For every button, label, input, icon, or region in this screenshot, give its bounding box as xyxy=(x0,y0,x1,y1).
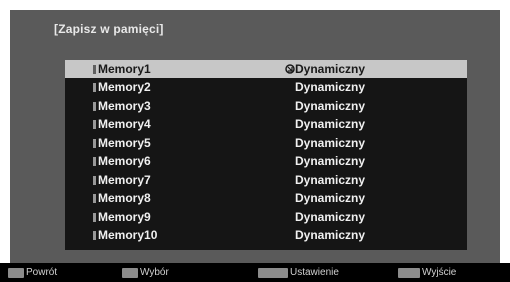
memory-value: Dynamiczny xyxy=(295,191,366,206)
memory-name: Memory7 xyxy=(93,173,151,187)
memory-name: Memory10 xyxy=(93,228,157,242)
memory-value: Dynamiczny xyxy=(295,80,366,95)
arrow-keys-icon xyxy=(122,267,138,278)
set-label: Ustawienie xyxy=(290,267,339,278)
memory-value: Dynamiczny xyxy=(295,228,366,243)
esc-key-icon xyxy=(8,267,24,278)
memory-value: Dynamiczny xyxy=(295,98,366,113)
pointer-cursor-icon xyxy=(285,64,295,74)
back-hint[interactable]: Powrót xyxy=(8,266,57,279)
memory-row-2[interactable]: Memory2 Dynamiczny xyxy=(65,79,467,97)
set-hint[interactable]: Ustawienie xyxy=(258,266,339,279)
memory-row-5[interactable]: Memory5 Dynamiczny xyxy=(65,134,467,152)
memory-name: Memory4 xyxy=(93,117,151,131)
memory-name: Memory6 xyxy=(93,154,151,168)
memory-name: Memory3 xyxy=(93,99,151,113)
memory-value: Dynamiczny xyxy=(295,117,366,132)
memory-row-4[interactable]: Memory4 Dynamiczny xyxy=(65,116,467,134)
memory-name: Memory5 xyxy=(93,136,151,150)
exit-hint[interactable]: Wyjście xyxy=(398,266,456,279)
enter-key-icon xyxy=(258,267,288,278)
osd-panel: [Zapisz w pamięci] Memory1 Dynamiczny Me… xyxy=(10,10,500,263)
memory-value: Dynamiczny xyxy=(295,135,366,150)
menu-key-icon xyxy=(398,267,420,278)
select-hint[interactable]: Wybór xyxy=(122,266,169,279)
select-label: Wybór xyxy=(140,267,169,278)
memory-row-9[interactable]: Memory9 Dynamiczny xyxy=(65,208,467,226)
footer-help-bar: Powrót Wybór Ustawienie Wyjście xyxy=(0,263,510,282)
memory-name: Memory2 xyxy=(93,80,151,94)
back-label: Powrót xyxy=(26,267,58,278)
memory-name: Memory1 xyxy=(93,62,151,76)
memory-name: Memory8 xyxy=(93,191,151,205)
memory-value: Dynamiczny xyxy=(295,154,366,169)
exit-label: Wyjście xyxy=(422,267,457,278)
memory-row-10[interactable]: Memory10 Dynamiczny xyxy=(65,227,467,245)
memory-value: Dynamiczny xyxy=(295,209,366,224)
memory-list: Memory1 Dynamiczny Memory2 Dynamiczny Me… xyxy=(65,60,467,250)
memory-value: Dynamiczny xyxy=(295,61,366,76)
page-title: [Zapisz w pamięci] xyxy=(54,22,164,36)
memory-row-3[interactable]: Memory3 Dynamiczny xyxy=(65,97,467,115)
memory-value: Dynamiczny xyxy=(295,172,366,187)
memory-name: Memory9 xyxy=(93,210,151,224)
memory-row-6[interactable]: Memory6 Dynamiczny xyxy=(65,153,467,171)
memory-row-1[interactable]: Memory1 Dynamiczny xyxy=(65,60,467,78)
memory-row-8[interactable]: Memory8 Dynamiczny xyxy=(65,190,467,208)
memory-row-7[interactable]: Memory7 Dynamiczny xyxy=(65,171,467,189)
